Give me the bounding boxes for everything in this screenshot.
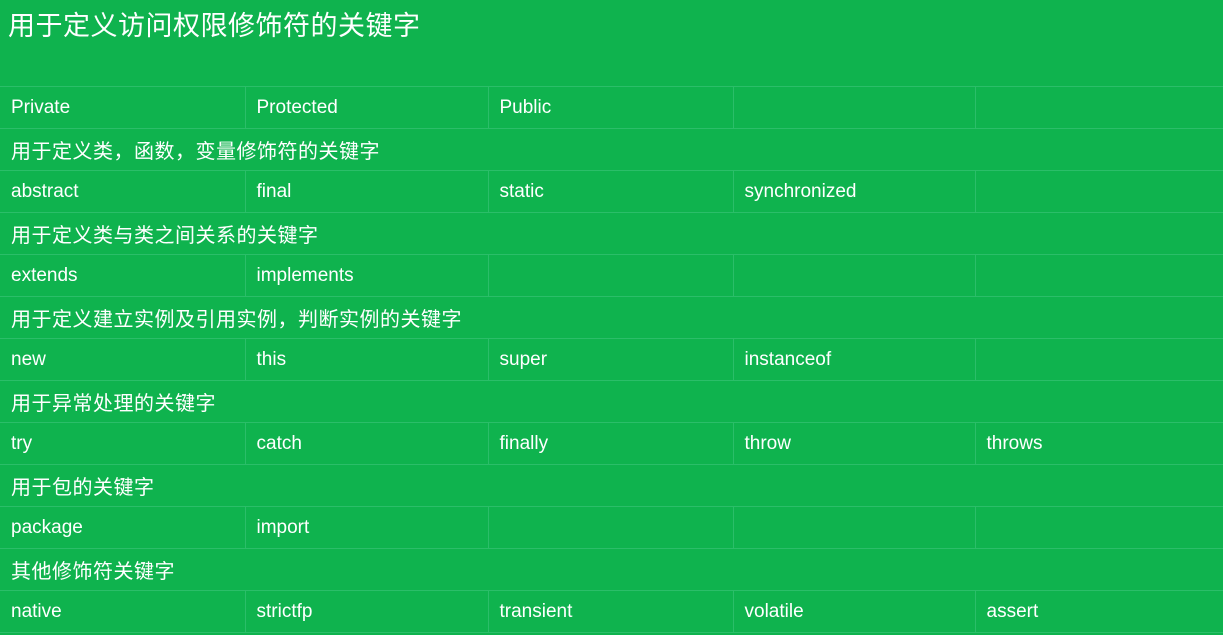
keyword-cell: final	[245, 170, 489, 213]
keyword-cell	[733, 254, 976, 297]
keyword-cell: synchronized	[733, 170, 976, 213]
keyword-cell: abstract	[0, 170, 246, 213]
keyword-cell: throw	[733, 422, 976, 465]
keyword-cell: finally	[488, 422, 734, 465]
keyword-cell	[733, 86, 976, 129]
keyword-cell: throws	[975, 422, 1223, 465]
keyword-cell	[488, 254, 734, 297]
table-row: new this super instanceof	[0, 338, 1223, 381]
keyword-cell: extends	[0, 254, 246, 297]
keyword-cell: assert	[975, 590, 1223, 633]
section-header-row: 其他修饰符关键字	[0, 548, 1223, 591]
section-header-cell: 用于异常处理的关键字	[0, 380, 1223, 423]
section-header-cell: 用于定义建立实例及引用实例，判断实例的关键字	[0, 296, 1223, 339]
keyword-cell: implements	[245, 254, 489, 297]
keyword-cell	[975, 254, 1223, 297]
page-title: 用于定义访问权限修饰符的关键字	[8, 11, 421, 41]
keyword-cell	[733, 506, 976, 549]
section-header-row: 用于异常处理的关键字	[0, 380, 1223, 423]
keyword-cell: static	[488, 170, 734, 213]
keyword-cell: new	[0, 338, 246, 381]
keyword-cell: transient	[488, 590, 734, 633]
keyword-table: Private Protected Public 用于定义类，函数，变量修饰符的关键字…	[0, 86, 1223, 633]
keyword-cell: Protected	[245, 86, 489, 129]
slide-canvas: 用于定义访问权限修饰符的关键字 Private Protected Public 用于…	[0, 0, 1223, 635]
section-header-cell: 其他修饰符关键字	[0, 548, 1223, 591]
table-row: try catch finally throw throws	[0, 422, 1223, 465]
keyword-cell: strictfp	[245, 590, 489, 633]
section-header-row: 用于定义类，函数，变量修饰符的关键字	[0, 128, 1223, 171]
keyword-cell: this	[245, 338, 489, 381]
keyword-cell: catch	[245, 422, 489, 465]
keyword-cell	[975, 86, 1223, 129]
table-row: abstract final static synchronized	[0, 170, 1223, 213]
keyword-cell: volatile	[733, 590, 976, 633]
keyword-table-body: Private Protected Public 用于定义类，函数，变量修饰符的关键字…	[0, 86, 1223, 633]
table-row: extends implements	[0, 254, 1223, 297]
keyword-cell	[975, 338, 1223, 381]
keyword-cell: native	[0, 590, 246, 633]
section-header-row: 用于包的关键字	[0, 464, 1223, 507]
keyword-cell	[975, 506, 1223, 549]
section-header-cell: 用于包的关键字	[0, 464, 1223, 507]
table-row: package import	[0, 506, 1223, 549]
keyword-cell: Public	[488, 86, 734, 129]
keyword-cell	[975, 170, 1223, 213]
table-row: Private Protected Public	[0, 86, 1223, 129]
section-header-cell: 用于定义类，函数，变量修饰符的关键字	[0, 128, 1223, 171]
keyword-cell: super	[488, 338, 734, 381]
keyword-cell: package	[0, 506, 246, 549]
section-header-row: 用于定义类与类之间关系的关键字	[0, 212, 1223, 255]
table-row: native strictfp transient volatile assert	[0, 590, 1223, 633]
section-header-row: 用于定义建立实例及引用实例，判断实例的关键字	[0, 296, 1223, 339]
section-header-cell: 用于定义类与类之间关系的关键字	[0, 212, 1223, 255]
keyword-cell	[488, 506, 734, 549]
keyword-cell: Private	[0, 86, 246, 129]
keyword-cell: import	[245, 506, 489, 549]
keyword-cell: instanceof	[733, 338, 976, 381]
keyword-cell: try	[0, 422, 246, 465]
